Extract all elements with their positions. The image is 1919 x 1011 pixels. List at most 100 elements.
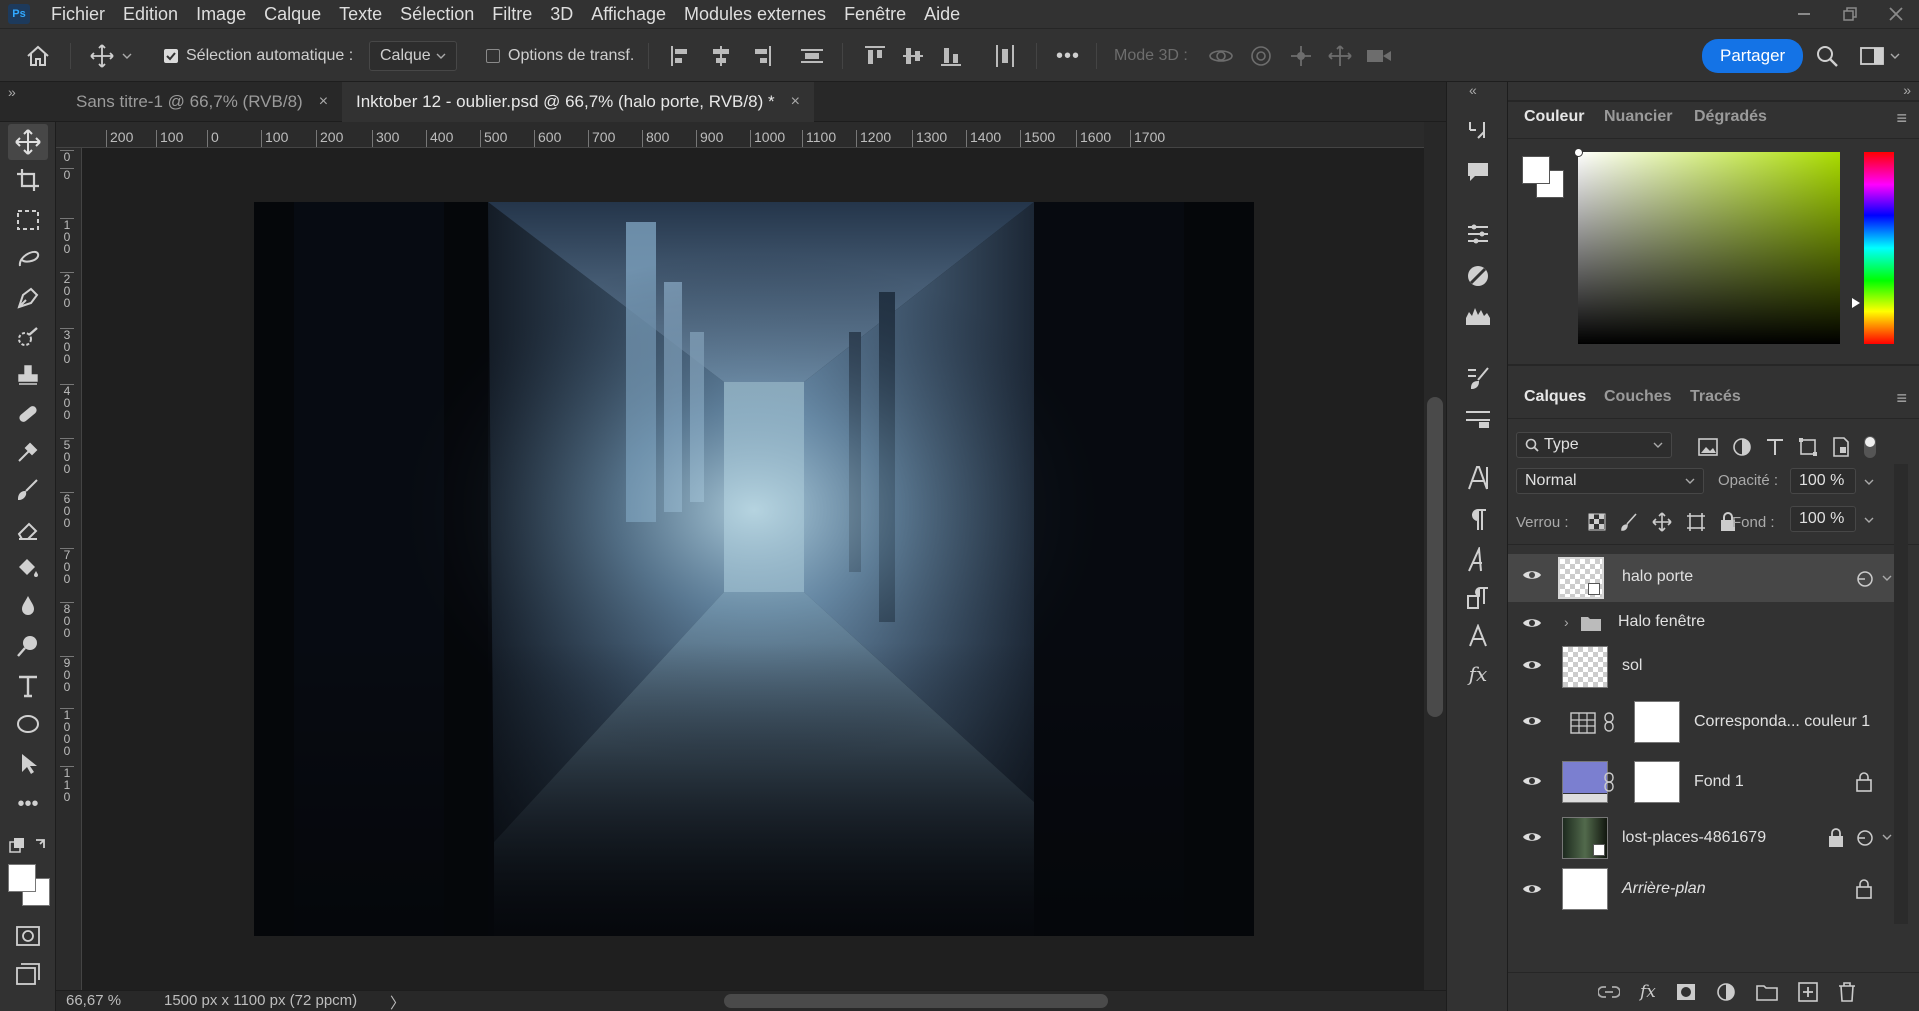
- collapse-right-icon[interactable]: »: [1903, 82, 1911, 98]
- chevron-down-icon[interactable]: [1864, 516, 1874, 524]
- stamp-tool[interactable]: [8, 358, 48, 394]
- hue-slider-handle[interactable]: [1852, 298, 1860, 308]
- workspace-button[interactable]: [1860, 41, 1900, 71]
- layer-fond-1[interactable]: Fond 1: [1508, 756, 1894, 808]
- layer-mask-thumbnail[interactable]: [1634, 761, 1680, 803]
- lock-position-icon[interactable]: [1652, 512, 1672, 532]
- layers-panel-menu-icon[interactable]: ≡: [1896, 388, 1907, 409]
- menu-selection[interactable]: Sélection: [391, 0, 483, 28]
- paragraph-styles-icon[interactable]: [1464, 584, 1492, 612]
- paint-bucket-tool[interactable]: [8, 550, 48, 586]
- home-button[interactable]: [26, 41, 50, 71]
- eye-icon[interactable]: [1522, 658, 1542, 672]
- canvas-area[interactable]: [82, 148, 1424, 990]
- filter-shape-icon[interactable]: [1798, 437, 1818, 457]
- lock-artboard-icon[interactable]: [1686, 512, 1706, 532]
- expand-toolbar-icon[interactable]: »: [8, 84, 16, 100]
- tab-degrades[interactable]: Dégradés: [1694, 108, 1767, 126]
- align-left-button[interactable]: [670, 41, 692, 71]
- eyedropper-tool[interactable]: [8, 434, 48, 470]
- tab-nuancier[interactable]: Nuancier: [1604, 108, 1672, 126]
- fill-input[interactable]: 100 %: [1790, 506, 1856, 532]
- align-bottom-button[interactable]: [940, 41, 962, 71]
- collapse-panels-icon[interactable]: «: [1469, 82, 1477, 98]
- layer-name[interactable]: sol: [1622, 657, 1642, 675]
- align-right-button[interactable]: [750, 41, 772, 71]
- zoom-level[interactable]: 66,67 %: [66, 992, 121, 1009]
- menu-aide[interactable]: Aide: [915, 0, 969, 28]
- eye-icon[interactable]: [1522, 830, 1542, 844]
- auto-select-dropdown[interactable]: Calque: [369, 41, 457, 71]
- filter-pixel-icon[interactable]: [1698, 438, 1718, 456]
- marquee-tool[interactable]: [8, 202, 48, 238]
- tab-sans-titre-1[interactable]: Sans titre-1 @ 66,7% (RVB/8) ×: [62, 82, 342, 122]
- swap-colors-icons[interactable]: [8, 836, 48, 858]
- minimize-button[interactable]: [1781, 0, 1827, 28]
- horizontal-scroll-thumb[interactable]: [724, 994, 1108, 1008]
- layer-group-halo-fenetre[interactable]: › Halo fenêtre: [1508, 604, 1894, 642]
- menu-image[interactable]: Image: [187, 0, 255, 28]
- distribute-vertical-button[interactable]: [800, 41, 824, 71]
- character-styles-icon[interactable]: [1464, 622, 1492, 650]
- transform-options-checkbox[interactable]: Options de transf.: [486, 41, 634, 71]
- layer-name[interactable]: lost-places-4861679: [1622, 829, 1766, 847]
- menu-edition[interactable]: Edition: [114, 0, 187, 28]
- shape-tool[interactable]: [8, 706, 48, 742]
- delete-layer-icon[interactable]: [1838, 982, 1856, 1002]
- color-picker-handle[interactable]: [1574, 148, 1583, 157]
- tab-calques[interactable]: Calques: [1524, 388, 1586, 406]
- menu-fichier[interactable]: Fichier: [42, 0, 114, 28]
- layer-style-icon[interactable]: fx: [1640, 982, 1656, 1002]
- dodge-tool[interactable]: [8, 628, 48, 664]
- close-window-button[interactable]: [1873, 0, 1919, 28]
- layers-scrollbar[interactable]: [1894, 464, 1908, 924]
- color-panel-menu-icon[interactable]: ≡: [1896, 108, 1907, 129]
- character-icon[interactable]: [1464, 464, 1492, 492]
- add-mask-icon[interactable]: [1676, 983, 1696, 1001]
- opacity-input[interactable]: 100 %: [1790, 468, 1856, 494]
- align-middle-button[interactable]: [902, 41, 924, 71]
- crop-tool[interactable]: [8, 162, 48, 198]
- history-icon[interactable]: [1464, 116, 1492, 144]
- brush-settings-icon[interactable]: [1464, 364, 1492, 392]
- foreground-color-swatch[interactable]: [8, 864, 36, 892]
- align-center-h-button[interactable]: [710, 41, 732, 71]
- glyphs-icon[interactable]: [1464, 546, 1492, 574]
- menu-filtre[interactable]: Filtre: [483, 0, 541, 28]
- move-tool[interactable]: [8, 124, 48, 160]
- lock-paint-icon[interactable]: [1620, 513, 1638, 531]
- search-button[interactable]: [1816, 41, 1838, 71]
- document-canvas[interactable]: [254, 202, 1254, 936]
- close-tab-icon[interactable]: ×: [319, 93, 328, 111]
- layer-name[interactable]: Corresponda... couleur 1: [1694, 713, 1870, 731]
- layer-sol[interactable]: sol: [1508, 644, 1894, 688]
- eye-icon[interactable]: [1522, 882, 1542, 896]
- chain-link-icon[interactable]: [1604, 772, 1614, 792]
- more-tools-icon[interactable]: •••: [8, 786, 48, 822]
- layer-name[interactable]: Halo fenêtre: [1618, 613, 1705, 631]
- menu-fenetre[interactable]: Fenêtre: [835, 0, 915, 28]
- text-tool[interactable]: [8, 668, 48, 704]
- share-button[interactable]: Partager: [1702, 39, 1804, 73]
- layer-arriere-plan[interactable]: Arrière-plan: [1508, 866, 1894, 912]
- chain-link-icon[interactable]: [1604, 712, 1614, 732]
- restore-button[interactable]: [1827, 0, 1873, 28]
- layer-name[interactable]: Fond 1: [1694, 773, 1744, 791]
- new-layer-icon[interactable]: [1798, 982, 1818, 1002]
- foreground-color-swatch[interactable]: [1522, 156, 1550, 184]
- layer-mask-thumbnail[interactable]: [1634, 701, 1680, 743]
- tool-presets-icon[interactable]: [1464, 404, 1492, 432]
- status-menu-arrow[interactable]: 〉: [390, 992, 405, 1011]
- filter-smart-object-icon[interactable]: [1832, 437, 1850, 457]
- eye-icon[interactable]: [1522, 774, 1542, 788]
- tab-traces[interactable]: Tracés: [1690, 388, 1741, 406]
- close-tab-icon[interactable]: ×: [791, 93, 800, 111]
- paragraph-icon[interactable]: [1464, 506, 1492, 534]
- layer-filter-dropdown[interactable]: Type: [1516, 432, 1672, 458]
- styles-fx-icon[interactable]: fx: [1464, 660, 1492, 688]
- chevron-down-icon[interactable]: [1882, 833, 1892, 841]
- blur-tool[interactable]: [8, 588, 48, 624]
- properties-icon[interactable]: [1464, 262, 1492, 290]
- layer-halo-porte[interactable]: halo porte: [1508, 554, 1894, 602]
- menu-texte[interactable]: Texte: [330, 0, 391, 28]
